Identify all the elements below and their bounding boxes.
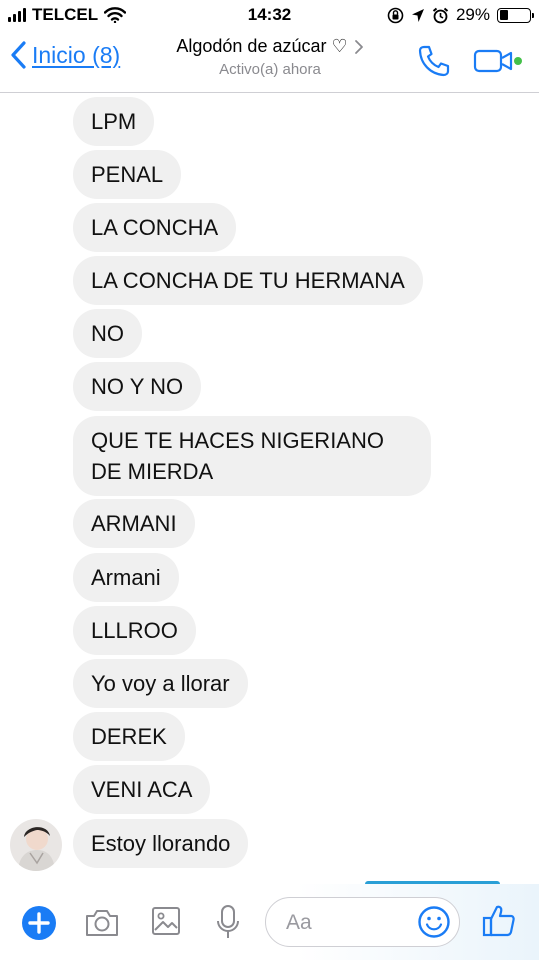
avatar-image bbox=[10, 819, 62, 871]
online-dot bbox=[514, 57, 522, 65]
composer-toolbar: Aa bbox=[0, 884, 539, 960]
conversation-header: Inicio (8) Algodón de azúcar ♡ Activo(a)… bbox=[0, 30, 539, 93]
message-bubble[interactable]: LA CONCHA DE TU HERMANA bbox=[73, 256, 423, 305]
message-bubble[interactable]: ARMANI bbox=[73, 499, 195, 548]
status-right: 29% bbox=[387, 5, 534, 25]
location-icon bbox=[411, 8, 424, 22]
message-bubble[interactable]: NO bbox=[73, 309, 142, 358]
back-button[interactable]: Inicio (8) bbox=[10, 41, 120, 69]
thumbs-up-icon[interactable] bbox=[481, 903, 517, 939]
message-input[interactable]: Aa bbox=[265, 897, 460, 947]
message-bubble[interactable]: Estoy llorando bbox=[73, 819, 249, 868]
phone-icon[interactable] bbox=[416, 44, 452, 78]
plus-icon[interactable] bbox=[21, 905, 57, 941]
message-bubble[interactable]: LPM bbox=[73, 97, 155, 146]
emoji-icon[interactable] bbox=[417, 905, 451, 939]
message-bubble[interactable]: Yo voy a llorar bbox=[73, 659, 248, 708]
message-bubble[interactable]: VENI ACA bbox=[73, 765, 211, 814]
message-bubble[interactable]: PENAL bbox=[73, 150, 182, 199]
message-bubble[interactable]: LLLROO bbox=[73, 606, 196, 655]
photo-icon[interactable] bbox=[151, 906, 181, 936]
message-bubble[interactable]: NO Y NO bbox=[73, 362, 202, 411]
message-input-placeholder: Aa bbox=[286, 911, 312, 934]
message-bubble[interactable]: QUE TE HACES NIGERIANO DE MIERDA bbox=[73, 416, 431, 496]
message-bubble[interactable]: DEREK bbox=[73, 712, 185, 761]
alarm-icon bbox=[432, 7, 449, 23]
battery-icon bbox=[497, 7, 534, 23]
battery-percent: 29% bbox=[455, 5, 490, 24]
orientation-lock-icon bbox=[387, 7, 404, 23]
status-bar: TELCEL 14:32 29% bbox=[0, 0, 539, 30]
chevron-right-icon bbox=[354, 39, 363, 54]
contact-title[interactable]: Algodón de azúcar ♡ Activo(a) ahora bbox=[150, 36, 390, 78]
contact-status: Activo(a) ahora bbox=[219, 61, 321, 78]
camera-icon[interactable] bbox=[84, 908, 120, 938]
message-bubble[interactable]: LA CONCHA bbox=[73, 203, 237, 252]
battery-fill bbox=[499, 10, 508, 20]
message-bubble[interactable]: Armani bbox=[73, 553, 179, 602]
back-label: Inicio (8) bbox=[32, 41, 121, 68]
contact-avatar[interactable] bbox=[10, 819, 62, 871]
contact-name: Algodón de azúcar ♡ bbox=[176, 36, 348, 56]
microphone-icon[interactable] bbox=[215, 904, 241, 942]
video-call-icon[interactable] bbox=[473, 48, 525, 74]
chevron-left-icon bbox=[11, 41, 26, 69]
